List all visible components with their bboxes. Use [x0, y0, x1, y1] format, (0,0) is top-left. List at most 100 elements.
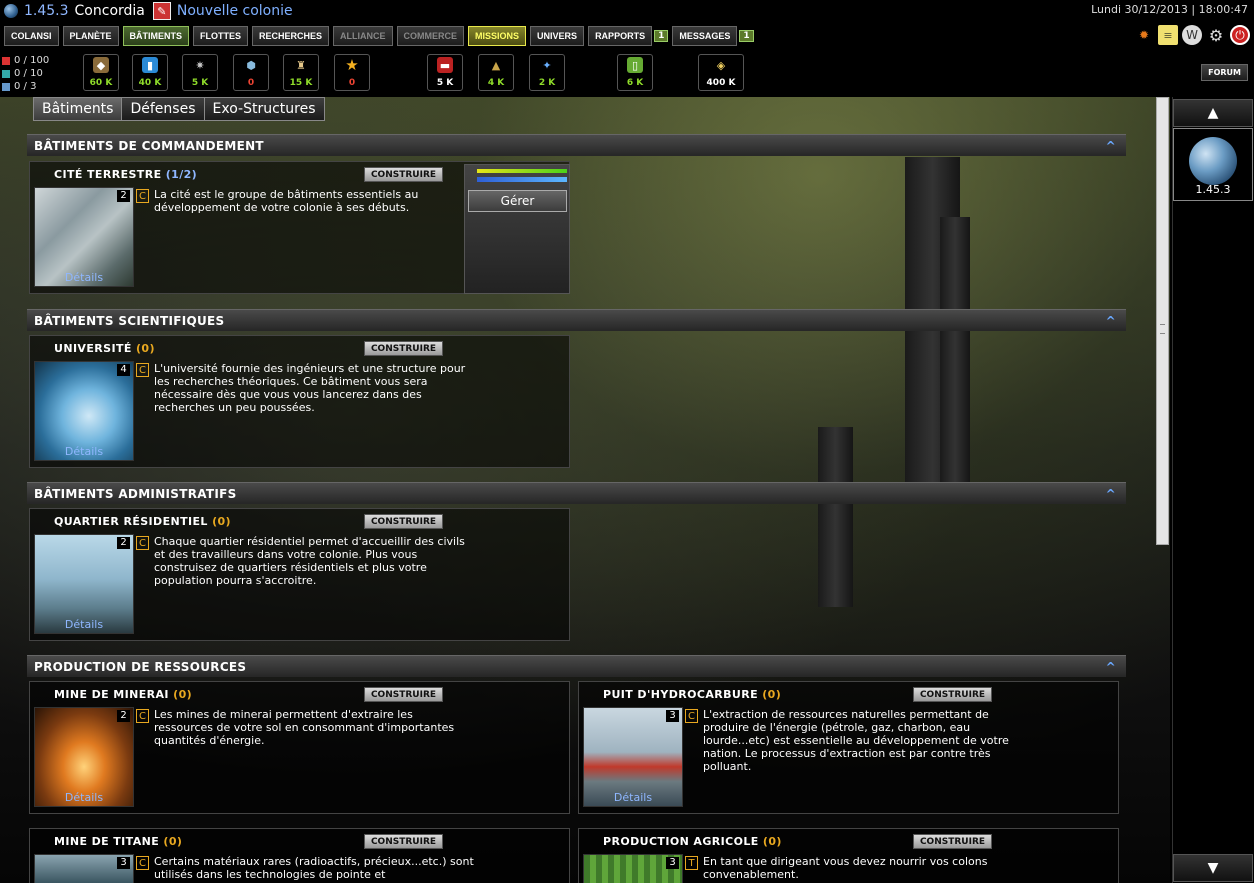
building-description: Certains matériaux rares (radioactifs, p… [154, 855, 474, 881]
main-nav: Colansi Planète Bâtiments Flottes Recher… [0, 25, 1254, 47]
section-title: BÂTIMENTS ADMINISTRATIFS [34, 486, 237, 501]
planet-name[interactable]: Concordia [75, 3, 145, 19]
category-number: 3 [666, 710, 679, 722]
building-thumbnail[interactable]: Détails [34, 534, 134, 634]
nav-colansi[interactable]: Colansi [4, 26, 59, 46]
power-icon[interactable]: ⏻ [1230, 25, 1250, 45]
construire-button[interactable]: CONSTRUIRE [364, 341, 443, 356]
gerer-button[interactable]: Gérer [468, 190, 567, 212]
resource-military[interactable]: ▬ 5 K [427, 54, 463, 91]
construire-button[interactable]: CONSTRUIRE [913, 687, 992, 702]
details-link[interactable]: Détails [35, 445, 133, 458]
collapse-icon[interactable]: ^ [1106, 660, 1116, 674]
resource-crystal[interactable]: ✷ 5 K [182, 54, 218, 91]
resource-rank[interactable]: ▲ 4 K [478, 54, 514, 91]
details-link[interactable]: Détails [584, 791, 682, 804]
building-title: PRODUCTION AGRICOLE (0) [603, 835, 782, 848]
resource-food[interactable]: ▯ 6 K [617, 54, 653, 91]
messages-badge: 1 [739, 30, 754, 42]
crystal-icon: ✷ [195, 58, 205, 72]
construire-button[interactable]: CONSTRUIRE [364, 167, 443, 182]
building-description: La cité est le groupe de bâtiments essen… [154, 188, 419, 214]
building-name: QUARTIER RÉSIDENTIEL [54, 515, 208, 528]
building-thumbnail[interactable]: Détails [34, 361, 134, 461]
collapse-icon[interactable]: ^ [1106, 314, 1116, 328]
scrollbar[interactable] [1156, 97, 1169, 545]
building-card-cite: CITÉ TERRESTRE (1/2) CONSTRUIRE Détails … [29, 161, 570, 294]
nav-flottes[interactable]: Flottes [193, 26, 249, 46]
new-colony-link[interactable]: Nouvelle colonie [177, 3, 293, 19]
resource-value: 0 [348, 78, 356, 88]
construire-button[interactable]: CONSTRUIRE [364, 834, 443, 849]
tab-defenses[interactable]: Défenses [121, 97, 205, 121]
scroll-grip[interactable] [1160, 324, 1165, 334]
section-production[interactable]: PRODUCTION DE RESSOURCES ^ [27, 655, 1126, 677]
food-icon: ▯ [627, 57, 643, 73]
category-number: 2 [117, 190, 130, 202]
resource-ore[interactable]: ◆ 60 K [83, 54, 119, 91]
base-icon [2, 69, 10, 78]
details-link[interactable]: Détails [35, 791, 133, 804]
resource-science[interactable]: ✦ 2 K [529, 54, 565, 91]
nav-messages[interactable]: Messages [672, 26, 738, 46]
money-icon: ◈ [716, 58, 726, 72]
wiki-icon[interactable]: W [1182, 25, 1202, 45]
details-link[interactable]: Détails [35, 618, 133, 631]
resource-energy[interactable]: ⬢ 0 [233, 54, 269, 91]
resource-value: 6 K [626, 78, 644, 88]
category-number: 4 [117, 364, 130, 376]
notes-icon[interactable]: ≡ [1158, 25, 1178, 45]
tab-exo-structures[interactable]: Exo-Structures [203, 97, 325, 121]
resource-value: 60 K [89, 78, 113, 88]
forum-button[interactable]: Forum [1201, 64, 1248, 81]
science-icon: ✦ [542, 58, 552, 72]
collapse-icon[interactable]: ^ [1106, 139, 1116, 153]
building-description: En tant que dirigeant vous devez nourrir… [703, 855, 988, 881]
manage-panel: Gérer [464, 164, 570, 294]
scroll-down-button[interactable]: ▼ [1173, 854, 1253, 882]
planet-list-panel: ▲ 1.45.3 ▼ [1172, 97, 1254, 883]
nav-commerce[interactable]: Commerce [396, 26, 465, 46]
building-thumbnail[interactable]: Détails [583, 707, 683, 807]
section-title: BÂTIMENTS DE COMMANDEMENT [34, 138, 264, 153]
flame-icon[interactable]: ✹ [1134, 25, 1154, 45]
nav-planete[interactable]: Planète [62, 26, 119, 46]
nav-rapports[interactable]: Rapports [588, 26, 653, 46]
collapse-icon[interactable]: ^ [1106, 487, 1116, 501]
nav-recherches[interactable]: Recherches [252, 26, 330, 46]
section-commandement[interactable]: BÂTIMENTS DE COMMANDEMENT ^ [27, 134, 1126, 156]
section-scientifiques[interactable]: BÂTIMENTS SCIENTIFIQUES ^ [27, 309, 1126, 331]
resource-money[interactable]: ◈ 400 K [698, 54, 744, 91]
construire-button[interactable]: CONSTRUIRE [364, 514, 443, 529]
building-level: (0) [136, 342, 155, 355]
building-title: MINE DE MINERAI (0) [54, 688, 192, 701]
rapports-badge: 1 [654, 30, 669, 42]
building-thumbnail[interactable]: Détails [34, 187, 134, 287]
building-description: L'université fournie des ingénieurs et u… [154, 362, 466, 414]
construire-button[interactable]: CONSTRUIRE [913, 834, 992, 849]
building-name: MINE DE MINERAI [54, 688, 169, 701]
planet-card[interactable]: 1.45.3 [1173, 128, 1253, 201]
gear-icon[interactable]: ⚙ [1206, 25, 1226, 45]
nav-alliance[interactable]: Alliance [333, 26, 393, 46]
section-administratifs[interactable]: BÂTIMENTS ADMINISTRATIFS ^ [27, 482, 1126, 504]
details-link[interactable]: Détails [35, 271, 133, 284]
category-letter: C [136, 363, 149, 377]
tab-batiments[interactable]: Bâtiments [33, 97, 123, 121]
nav-univers[interactable]: Univers [530, 26, 585, 46]
star-icon: ★ [345, 56, 359, 74]
resource-value: 4 K [487, 78, 505, 88]
scroll-up-button[interactable]: ▲ [1173, 99, 1253, 127]
planet-icon [4, 4, 18, 18]
construire-button[interactable]: CONSTRUIRE [364, 687, 443, 702]
ship-icon [2, 56, 10, 65]
resource-water[interactable]: ▮ 40 K [132, 54, 168, 91]
resource-star[interactable]: ★ 0 [334, 54, 370, 91]
nav-missions[interactable]: Missions [468, 26, 527, 46]
top-bar: 1.45.3 Concordia ✎ Nouvelle colonie Lund… [0, 0, 1254, 22]
building-thumbnail[interactable]: Détails [34, 707, 134, 807]
nav-batiments[interactable]: Bâtiments [122, 26, 190, 46]
resource-radioactive[interactable]: ♜ 15 K [283, 54, 319, 91]
building-title: CITÉ TERRESTRE (1/2) [54, 168, 197, 181]
planet-coords[interactable]: 1.45.3 [24, 3, 69, 19]
